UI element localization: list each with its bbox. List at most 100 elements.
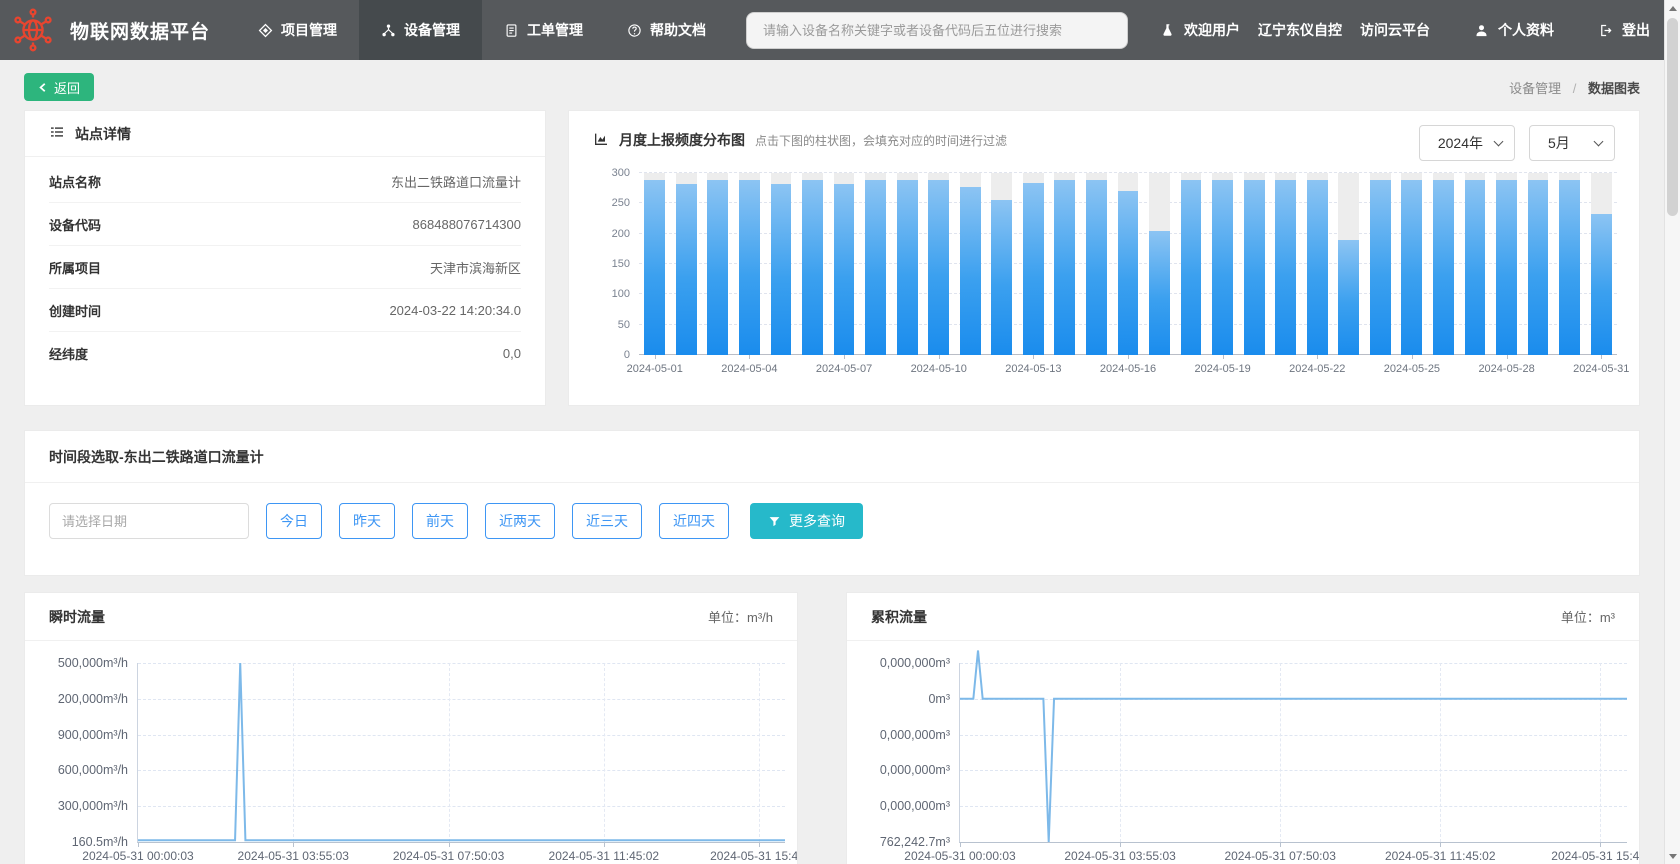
bar[interactable] [1086, 180, 1107, 355]
bar-xtick-mark [1128, 355, 1129, 359]
cumulative-flow-unit: 单位：m³ [1560, 610, 1615, 625]
bar[interactable] [1369, 180, 1391, 355]
breadcrumb-parent[interactable]: 设备管理 [1509, 81, 1561, 96]
quick-range-button-近四天[interactable]: 近四天 [659, 503, 729, 539]
chevron-down-icon [1493, 136, 1504, 147]
bar[interactable] [739, 180, 760, 355]
bar[interactable] [1559, 180, 1581, 355]
quick-range-button-今日[interactable]: 今日 [266, 503, 322, 539]
welcome-label: 欢迎用户 [1184, 22, 1240, 38]
bar[interactable] [1464, 180, 1486, 355]
nav-item-设备管理[interactable]: 设备管理 [359, 0, 483, 60]
bar-column [1585, 173, 1617, 355]
scroll-down-icon[interactable] [1665, 848, 1680, 864]
bar-ytick-label: 100 [611, 288, 630, 301]
bar-xtick-mark [1317, 355, 1319, 359]
line-xtick-label: 2024-05-31 11:45:02 [548, 849, 660, 863]
logo-icon [10, 7, 56, 53]
bar[interactable] [896, 180, 918, 355]
quick-range-button-前天[interactable]: 前天 [412, 503, 468, 539]
back-button[interactable]: 返回 [24, 73, 95, 101]
line-ytick-label: 200,000m³/h [57, 691, 128, 706]
nav-item-label: 项目管理 [281, 22, 338, 38]
search-input[interactable] [746, 11, 1129, 49]
company-name[interactable]: 辽宁东仪自控 [1258, 20, 1342, 40]
scrollbar-thumb[interactable] [1667, 18, 1678, 216]
bar-column [1396, 173, 1428, 355]
quick-range-button-近两天[interactable]: 近两天 [485, 503, 555, 539]
workorder-icon [504, 23, 519, 38]
month-select[interactable]: 5月 [1529, 125, 1615, 161]
bar-xtick-label: 2024-05-04 [721, 363, 778, 375]
cloud-platform-link[interactable]: 访问云平台 [1360, 20, 1430, 40]
line-xtick-mark [960, 842, 961, 847]
bar[interactable] [1275, 180, 1297, 355]
bar-column [797, 173, 829, 355]
bar[interactable] [991, 199, 1013, 355]
bar[interactable] [1527, 180, 1549, 355]
profile-link[interactable]: 个人资料 [1474, 20, 1554, 40]
scroll-up-icon[interactable] [1665, 0, 1680, 16]
navbar-right: 欢迎用户 辽宁东仪自控 访问云平台 个人资料 登出 [1160, 0, 1680, 60]
chevron-left-icon [39, 82, 46, 92]
station-card-title: 站点详情 [75, 125, 131, 142]
line-xtick-label: 2024-05-31 03:55:03 [1064, 849, 1176, 863]
bar[interactable] [1496, 180, 1517, 355]
bar[interactable] [1149, 230, 1170, 355]
vertical-scrollbar[interactable] [1664, 0, 1680, 864]
station-row-value: 天津市滨海新区 [429, 260, 521, 276]
bar-column [734, 173, 766, 355]
quick-range-button-昨天[interactable]: 昨天 [339, 503, 395, 539]
station-row-label: 经纬度 [49, 347, 89, 362]
line-xtick-label: 2024-05-31 15:40: [1551, 849, 1640, 863]
year-select[interactable]: 2024年 [1418, 125, 1515, 161]
bar[interactable] [707, 180, 729, 355]
quick-range-button-近三天[interactable]: 近三天 [572, 503, 642, 539]
nav-item-label: 帮助文档 [650, 22, 707, 38]
bar[interactable] [1401, 180, 1423, 355]
bar[interactable] [1117, 191, 1139, 355]
bar-xtick-label: 2024-05-07 [815, 363, 873, 375]
bar[interactable] [802, 180, 823, 355]
station-row-value: 868488076714300 [412, 216, 521, 232]
nav-item-项目管理[interactable]: 项目管理 [236, 0, 359, 60]
bar[interactable] [770, 183, 792, 355]
line-ytick-label: 600,000m³/h [57, 763, 128, 778]
bar-xtick-label: 2024-05-31 [1573, 363, 1630, 375]
bar[interactable] [1022, 183, 1044, 355]
line-xtick-label: 2024-05-31 00:00:03 [904, 849, 1016, 863]
bar[interactable] [928, 180, 950, 355]
bar[interactable] [1338, 239, 1360, 355]
bar-column [891, 173, 923, 355]
nav-items: 项目管理 设备管理 工单管理 帮助文档 [236, 0, 728, 60]
cumulative-flow-title: 累积流量 [871, 608, 927, 625]
nav-item-工单管理[interactable]: 工单管理 [482, 0, 605, 60]
bar[interactable] [675, 183, 697, 355]
line-ytick-label: 762,242.7m³ [879, 835, 950, 849]
date-picker-input[interactable] [49, 503, 249, 539]
line-ytick-label: 0,000,000m³ [879, 656, 950, 670]
line-xtick-label: 2024-05-31 15:40: [710, 849, 798, 863]
bar[interactable] [1180, 180, 1202, 355]
instant-flow-chart: 500,000m³/h 200,000m³/h 900,000m³/h 600,000… [58, 656, 797, 863]
line-ytick-label: 900,000m³/h [57, 727, 128, 742]
bar-xtick-label: 2024-05-01 [626, 363, 683, 375]
bar[interactable] [1054, 180, 1076, 355]
bar[interactable] [644, 180, 666, 355]
bar-column [1238, 173, 1270, 355]
bar-xtick-label: 2024-05-16 [1099, 363, 1157, 375]
logout-button[interactable]: 登出 [1598, 20, 1650, 40]
time-range-card: 时间段选取-东出二铁路道口流量计 今日昨天前天近两天近三天近四天 更多查询 [24, 430, 1640, 576]
bar[interactable] [833, 183, 855, 355]
bar[interactable] [1590, 214, 1612, 355]
bar[interactable] [1433, 180, 1454, 355]
bar[interactable] [865, 180, 886, 355]
bar[interactable] [1243, 180, 1265, 355]
bar[interactable] [1212, 180, 1234, 355]
station-detail-card: 站点详情 站点名称 东出二铁路道口流量计 设备代码 868488076714300 所属… [24, 110, 546, 406]
bar[interactable] [959, 186, 981, 355]
nav-item-帮助文档[interactable]: 帮助文档 [605, 0, 728, 60]
more-query-button[interactable]: 更多查询 [750, 503, 863, 539]
line-ytick-label: 300,000m³/h [57, 799, 128, 814]
bar[interactable] [1306, 180, 1328, 355]
